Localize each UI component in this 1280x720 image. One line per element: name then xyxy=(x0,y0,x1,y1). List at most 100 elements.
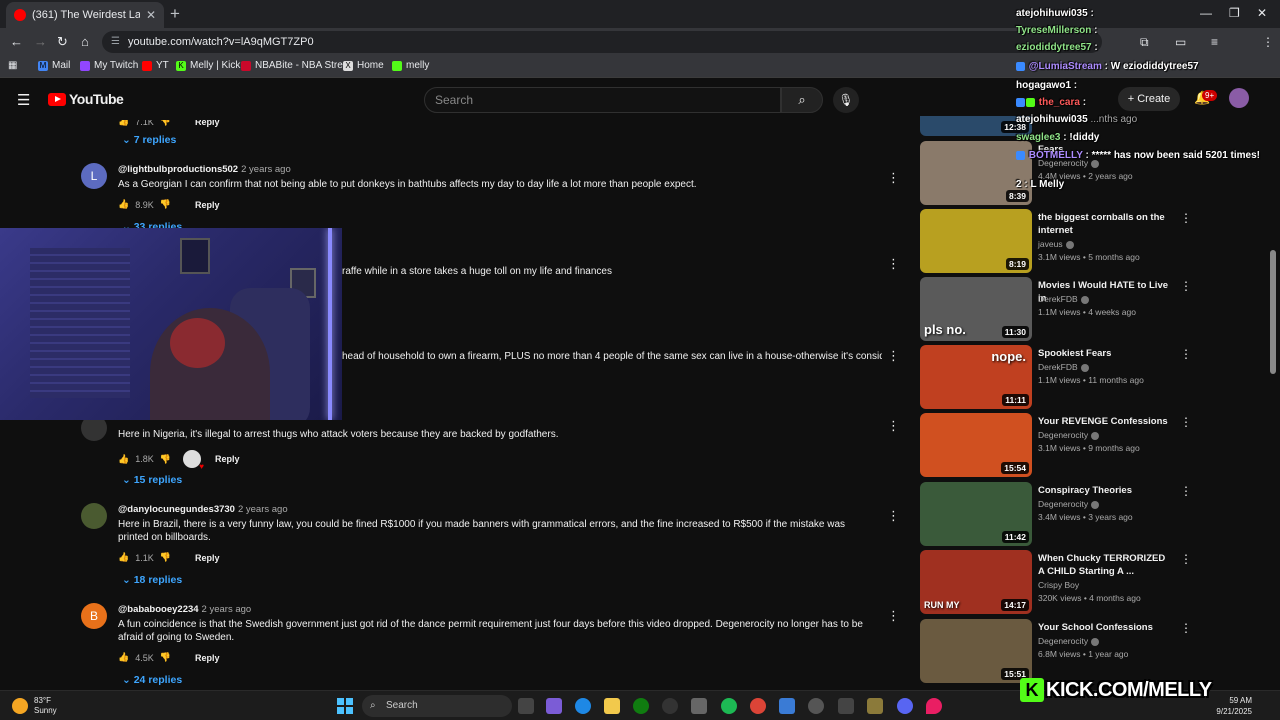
photos-icon[interactable] xyxy=(779,698,795,714)
cast-icon[interactable]: ▭ xyxy=(1175,35,1186,49)
dislike-icon[interactable]: 👎 xyxy=(160,652,171,663)
video-channel[interactable]: Crispy Boy xyxy=(1038,580,1079,590)
reload-icon[interactable]: ↻ xyxy=(57,34,68,50)
video-thumbnail[interactable]: 8:19 xyxy=(920,209,1032,273)
video-title[interactable]: Your REVENGE Confessions xyxy=(1038,415,1173,428)
recommended-video[interactable]: 15:54 Your REVENGE Confessions Degeneroc… xyxy=(920,413,1265,477)
video-channel[interactable]: javeus xyxy=(1038,239,1074,249)
comment-avatar[interactable]: B xyxy=(81,603,107,629)
maximize-icon[interactable]: ❐ xyxy=(1229,6,1240,20)
comment-menu-icon[interactable]: ⋮ xyxy=(887,608,900,624)
voice-search-icon[interactable]: 🎙 xyxy=(833,87,859,113)
video-channel[interactable]: Degenerocity xyxy=(1038,636,1100,646)
media-icon[interactable]: ≡ xyxy=(1211,35,1218,49)
recommended-video[interactable]: pls no. 11:30 Movies I Would HATE to Live… xyxy=(920,277,1265,341)
close-window-icon[interactable]: ✕ xyxy=(1257,6,1267,20)
video-title[interactable]: Your School Confessions xyxy=(1038,621,1173,634)
copilot-icon[interactable] xyxy=(546,698,562,714)
comment-time[interactable]: 2 years ago xyxy=(202,604,252,615)
system-clock[interactable]: 59 AM 9/21/2025 xyxy=(1206,695,1252,717)
recommended-video[interactable]: 11:42 Conspiracy Theories Degenerocity 3… xyxy=(920,482,1265,546)
video-title[interactable]: Conspiracy Theories xyxy=(1038,484,1173,497)
video-menu-icon[interactable]: ⋮ xyxy=(1180,211,1192,225)
apps-grid-icon[interactable]: ▦ xyxy=(8,60,17,71)
browser-menu-icon[interactable]: ⋮ xyxy=(1262,35,1274,49)
browser-tab[interactable]: (361) The Weirdest Laws - YouT ✕ xyxy=(6,2,164,28)
comment-avatar[interactable] xyxy=(81,503,107,529)
like-icon[interactable]: 👍 xyxy=(118,454,129,465)
chrome-icon[interactable] xyxy=(750,698,766,714)
video-menu-icon[interactable]: ⋮ xyxy=(1180,347,1192,361)
reply-button[interactable]: Reply xyxy=(195,553,220,563)
bookmark-twitch[interactable]: My Twitch xyxy=(80,60,138,71)
obs-icon[interactable] xyxy=(838,698,854,714)
video-title[interactable]: Spookiest Fears xyxy=(1038,347,1173,360)
comment-menu-icon[interactable]: ⋮ xyxy=(887,170,900,186)
bookmark-yt[interactable]: YT xyxy=(142,60,169,71)
file-explorer-icon[interactable] xyxy=(604,698,620,714)
like-icon[interactable]: 👍 xyxy=(118,199,129,210)
account-avatar[interactable] xyxy=(1229,88,1249,108)
create-button[interactable]: + Create xyxy=(1118,87,1180,111)
sidebar-scrollbar[interactable] xyxy=(1270,250,1276,374)
dislike-icon[interactable]: 👎 xyxy=(160,199,171,210)
reply-button[interactable]: Reply xyxy=(195,120,220,127)
dislike-icon[interactable]: 👎 xyxy=(160,552,171,563)
bookmark-melly[interactable]: melly xyxy=(392,60,429,71)
video-channel[interactable]: DerekFDB xyxy=(1038,294,1089,304)
video-channel[interactable]: Degenerocity xyxy=(1038,499,1100,509)
like-icon[interactable]: 👍 xyxy=(118,120,129,127)
like-icon[interactable]: 👍 xyxy=(118,652,129,663)
minimize-icon[interactable]: — xyxy=(1200,6,1212,20)
start-icon[interactable] xyxy=(337,698,353,714)
video-thumbnail[interactable]: pls no. 11:30 xyxy=(920,277,1032,341)
close-tab-icon[interactable]: ✕ xyxy=(146,8,156,22)
weather-widget[interactable]: 83°F Sunny xyxy=(12,696,57,716)
home-icon[interactable]: ⌂ xyxy=(81,34,89,49)
menu-icon[interactable]: ☰ xyxy=(17,91,30,109)
video-channel[interactable]: Degenerocity xyxy=(1038,430,1100,440)
taskbar-search[interactable]: ⌕ Search xyxy=(362,695,512,717)
forward-icon[interactable]: → xyxy=(34,34,47,49)
edge-icon[interactable] xyxy=(575,698,591,714)
bookmark-mail[interactable]: M Mail xyxy=(38,60,70,71)
video-title[interactable]: the biggest cornballs on the internet xyxy=(1038,211,1173,237)
recommended-video[interactable]: 8:19 the biggest cornballs on the intern… xyxy=(920,209,1265,273)
site-info-icon[interactable]: ☰ xyxy=(111,31,120,53)
comment-menu-icon[interactable]: ⋮ xyxy=(887,256,900,272)
comment-menu-icon[interactable]: ⋮ xyxy=(887,508,900,524)
video-thumbnail[interactable]: 11:42 xyxy=(920,482,1032,546)
comment-menu-icon[interactable]: ⋮ xyxy=(887,348,900,364)
store-icon[interactable] xyxy=(691,698,707,714)
map-pin-icon[interactable] xyxy=(926,698,942,714)
reply-button[interactable]: Reply xyxy=(195,653,220,663)
video-thumbnail[interactable]: 15:51 xyxy=(920,619,1032,683)
dislike-icon[interactable]: 👎 xyxy=(160,454,171,465)
video-menu-icon[interactable]: ⋮ xyxy=(1180,279,1192,293)
comment-avatar[interactable]: L xyxy=(81,163,107,189)
view-replies-button[interactable]: ⌄ 24 replies xyxy=(122,674,182,686)
comment-menu-icon[interactable]: ⋮ xyxy=(887,418,900,434)
video-thumbnail[interactable]: RUN MY 14:17 xyxy=(920,550,1032,614)
reply-button[interactable]: Reply xyxy=(195,200,220,210)
recommended-video[interactable]: 15:51 Your School Confessions Degeneroci… xyxy=(920,619,1265,683)
url-field[interactable]: ☰ youtube.com/watch?v=lA9qMGT7ZP0 xyxy=(102,31,1102,53)
video-menu-icon[interactable]: ⋮ xyxy=(1180,621,1192,635)
video-menu-icon[interactable]: ⋮ xyxy=(1180,484,1192,498)
video-title[interactable]: When Chucky TERRORIZED A CHILD Starting … xyxy=(1038,552,1173,578)
extensions-icon[interactable]: ⧉ xyxy=(1140,35,1149,50)
media-player-icon[interactable] xyxy=(808,698,824,714)
video-thumbnail[interactable]: 15:54 xyxy=(920,413,1032,477)
comment-author[interactable]: @lightbulbproductions502 xyxy=(118,164,238,175)
comment-author[interactable]: @danylocunegundes3730 xyxy=(118,504,235,515)
video-channel[interactable]: DerekFDB xyxy=(1038,362,1089,372)
bookmark-kick[interactable]: K Melly | Kick xyxy=(176,60,240,71)
view-replies-button[interactable]: ⌄ 7 replies xyxy=(122,134,176,146)
comment-time[interactable]: 2 years ago xyxy=(241,164,291,175)
bookmark-home[interactable]: X Home xyxy=(343,60,384,71)
app-icon[interactable] xyxy=(867,698,883,714)
discord-icon[interactable] xyxy=(897,698,913,714)
xbox-icon[interactable] xyxy=(633,698,649,714)
recommended-video[interactable]: nope. 11:11 Spookiest Fears DerekFDB 1.1M… xyxy=(920,345,1265,409)
chatgpt-icon[interactable] xyxy=(662,698,678,714)
